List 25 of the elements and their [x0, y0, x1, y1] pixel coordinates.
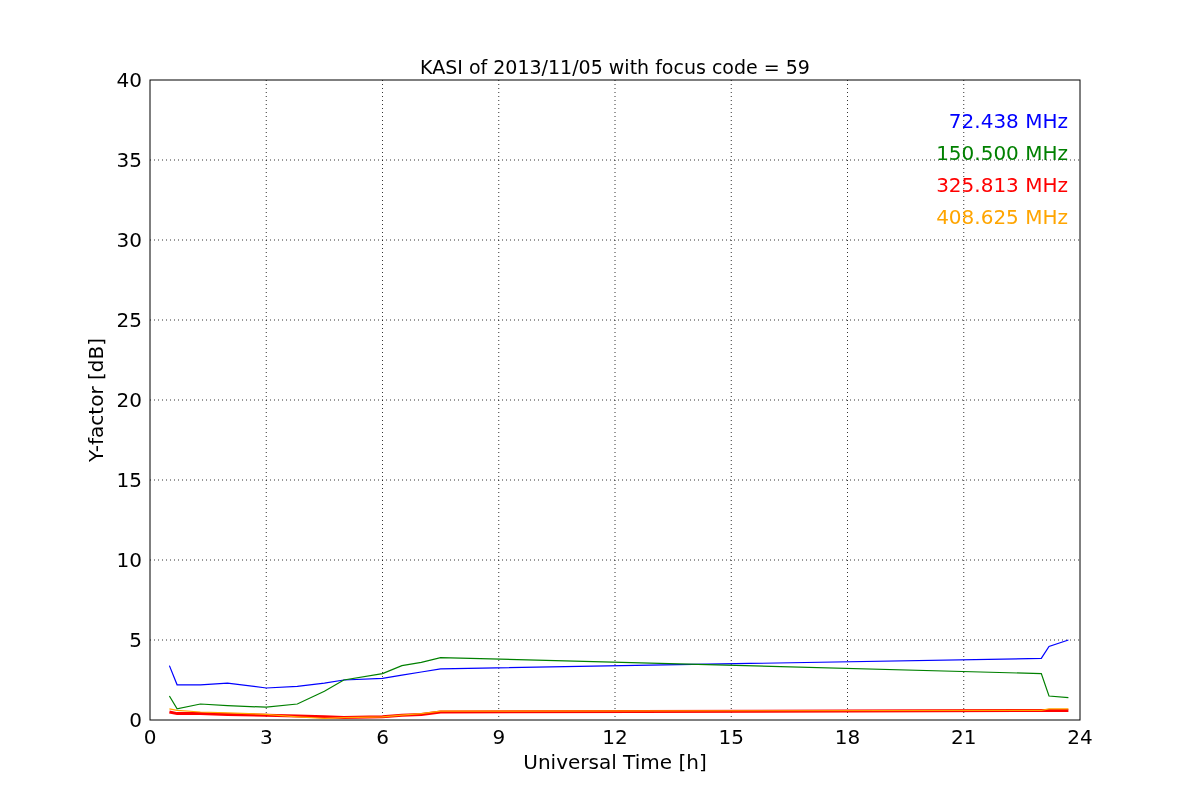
y-tick-label: 35	[116, 148, 142, 172]
chart-title: KASI of 2013/11/05 with focus code = 59	[420, 56, 810, 78]
x-tick-label: 9	[492, 725, 506, 749]
y-tick-label: 40	[116, 68, 142, 92]
x-tick-label: 24	[1067, 725, 1093, 749]
y-tick-label: 10	[116, 548, 142, 572]
legend-label: 150.500 MHz	[936, 141, 1068, 165]
legend-label: 408.625 MHz	[936, 205, 1068, 229]
x-tick-label: 18	[834, 725, 861, 749]
legend-label: 325.813 MHz	[936, 173, 1068, 197]
x-tick-label: 6	[376, 725, 389, 749]
y-axis-label: Y-factor [dB]	[84, 338, 108, 462]
legend-label: 72.438 MHz	[948, 109, 1068, 133]
x-tick-label: 12	[602, 725, 628, 749]
x-tick-label: 3	[259, 725, 273, 749]
x-tick-label: 21	[951, 725, 977, 749]
y-tick-label: 0	[129, 708, 142, 732]
x-tick-label: 15	[718, 725, 744, 749]
y-tick-label: 25	[116, 308, 142, 332]
y-tick-label: 15	[116, 468, 142, 492]
y-tick-label: 30	[116, 228, 142, 252]
y-tick-label: 5	[129, 628, 142, 652]
x-tick-label: 0	[143, 725, 157, 749]
x-axis-label: Universal Time [h]	[523, 750, 707, 774]
y-tick-label: 20	[116, 388, 142, 412]
